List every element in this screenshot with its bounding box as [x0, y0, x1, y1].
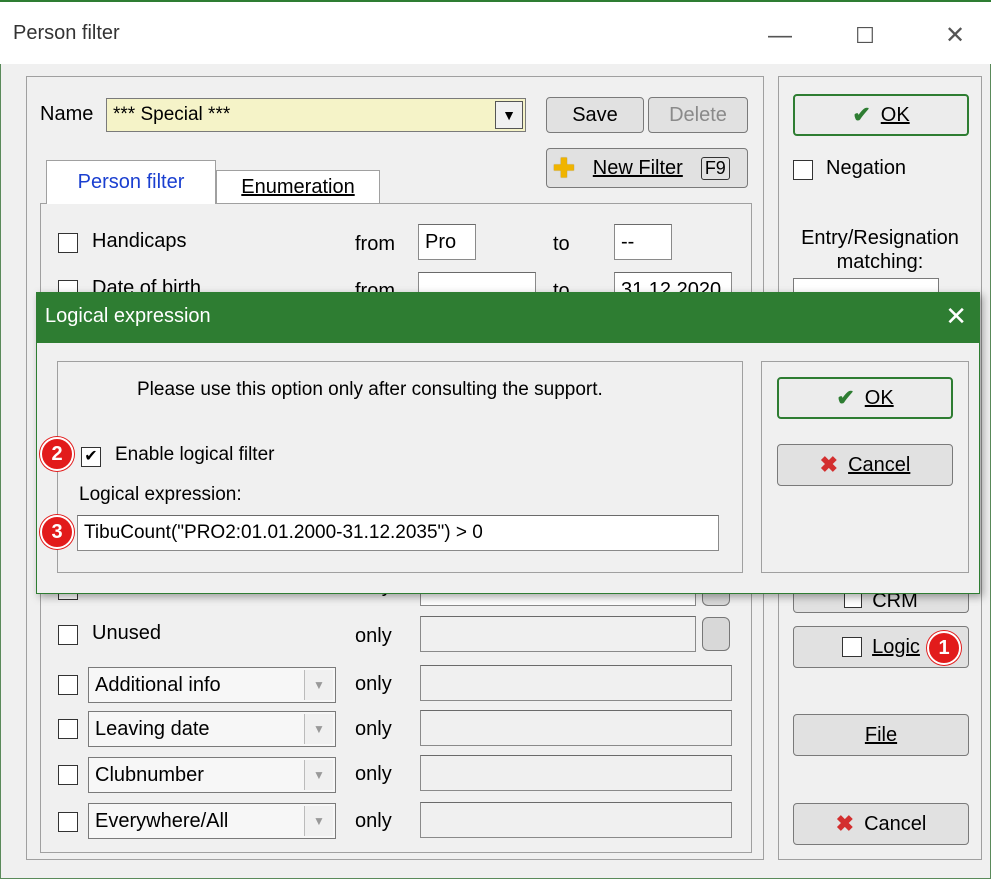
crm-checkbox: [844, 594, 863, 608]
new-filter-button[interactable]: ✚ New Filter F9: [546, 148, 748, 188]
step-badge-3: 3: [40, 515, 74, 549]
f9-shortcut-badge: F9: [700, 156, 730, 180]
leaving-date-field[interactable]: [420, 710, 732, 746]
close-icon[interactable]: ✕: [930, 16, 980, 56]
ok-button[interactable]: ✔ OK: [793, 94, 969, 136]
handicaps-label: Handicaps: [92, 230, 187, 252]
handicaps-from-label: from: [355, 233, 395, 255]
step-badge-1: 1: [927, 631, 961, 665]
step-badge-2: 2: [40, 437, 74, 471]
dropdown-arrow-icon[interactable]: ▼: [495, 101, 523, 129]
x-icon: ✖: [835, 811, 855, 836]
chevron-down-icon[interactable]: ▼: [304, 760, 333, 790]
leaving-date-combo[interactable]: Leaving date ▼: [88, 711, 336, 747]
logic-checkbox: [842, 637, 863, 657]
title-bar: Person filter — ☐ ✕: [0, 0, 991, 64]
additional-info-combo[interactable]: Additional info ▼: [88, 667, 336, 703]
negation-label: Negation: [826, 157, 907, 179]
unused-only-label: only: [355, 625, 392, 647]
save-button[interactable]: Save: [546, 97, 644, 133]
enable-logical-filter-label: Enable logical filter: [115, 444, 275, 465]
file-button[interactable]: File: [793, 714, 969, 756]
additional-info-checkbox[interactable]: [58, 675, 78, 695]
handicaps-to-field[interactable]: --: [614, 224, 672, 260]
entry-resignation-label: Entry/Resignation matching:: [801, 227, 959, 273]
logical-expression-input[interactable]: TibuCount("PRO2:01.01.2000-31.12.2035") …: [77, 515, 719, 551]
filter-name-combo[interactable]: *** Special *** ▼: [106, 98, 526, 132]
additional-info-only-label: only: [355, 673, 392, 695]
clubnumber-field[interactable]: [420, 755, 732, 791]
logical-expression-dialog: Logical expression ✕ Please use this opt…: [36, 292, 980, 594]
clubnumber-checkbox[interactable]: [58, 765, 78, 785]
delete-button[interactable]: Delete: [648, 97, 748, 133]
dialog-cancel-button[interactable]: ✖ Cancel: [777, 444, 953, 486]
chevron-down-icon[interactable]: ▼: [304, 714, 333, 744]
x-icon: ✖: [819, 452, 839, 477]
leaving-date-checkbox[interactable]: [58, 719, 78, 739]
leaving-date-only-label: only: [355, 718, 392, 740]
handicaps-checkbox[interactable]: [58, 233, 78, 253]
clubnumber-only-label: only: [355, 763, 392, 785]
enable-logical-filter-checkbox[interactable]: ✔: [81, 447, 101, 467]
unused-checkbox[interactable]: [58, 625, 78, 645]
everywhere-field[interactable]: [420, 802, 732, 838]
support-notice: Please use this option only after consul…: [137, 379, 603, 400]
chevron-down-icon[interactable]: ▼: [304, 670, 333, 700]
tab-enumeration[interactable]: Enumeration: [216, 170, 380, 204]
maximize-icon[interactable]: ☐: [840, 16, 890, 56]
checkmark-icon: ✔: [852, 102, 871, 127]
dialog-close-icon[interactable]: ✕: [945, 301, 967, 332]
plus-icon: ✚: [553, 152, 575, 183]
tab-person-filter[interactable]: Person filter: [46, 160, 216, 204]
handicaps-to-label: to: [553, 233, 570, 255]
dialog-title-bar: Logical expression ✕: [37, 293, 979, 343]
dialog-ok-button[interactable]: ✔ OK: [777, 377, 953, 419]
chevron-down-icon[interactable]: ▼: [304, 806, 333, 836]
everywhere-only-label: only: [355, 810, 392, 832]
negation-checkbox[interactable]: [793, 160, 813, 180]
additional-info-field[interactable]: [420, 665, 732, 701]
clubnumber-combo[interactable]: Clubnumber ▼: [88, 757, 336, 793]
everywhere-checkbox[interactable]: [58, 812, 78, 832]
checkmark-icon: ✔: [836, 385, 855, 410]
window-title: Person filter: [13, 22, 120, 44]
database-icon[interactable]: [702, 617, 730, 651]
handicaps-from-field[interactable]: Pro: [418, 224, 476, 260]
name-label: Name: [40, 103, 94, 125]
logical-expression-label: Logical expression:: [79, 484, 242, 505]
everywhere-combo[interactable]: Everywhere/All ▼: [88, 803, 336, 839]
filter-name-value: *** Special ***: [113, 104, 231, 125]
cancel-button[interactable]: ✖ Cancel: [793, 803, 969, 845]
minimize-icon[interactable]: —: [755, 16, 805, 56]
dialog-title: Logical expression: [45, 305, 211, 327]
unused-label: Unused: [92, 622, 161, 644]
unused-field[interactable]: [420, 616, 696, 652]
